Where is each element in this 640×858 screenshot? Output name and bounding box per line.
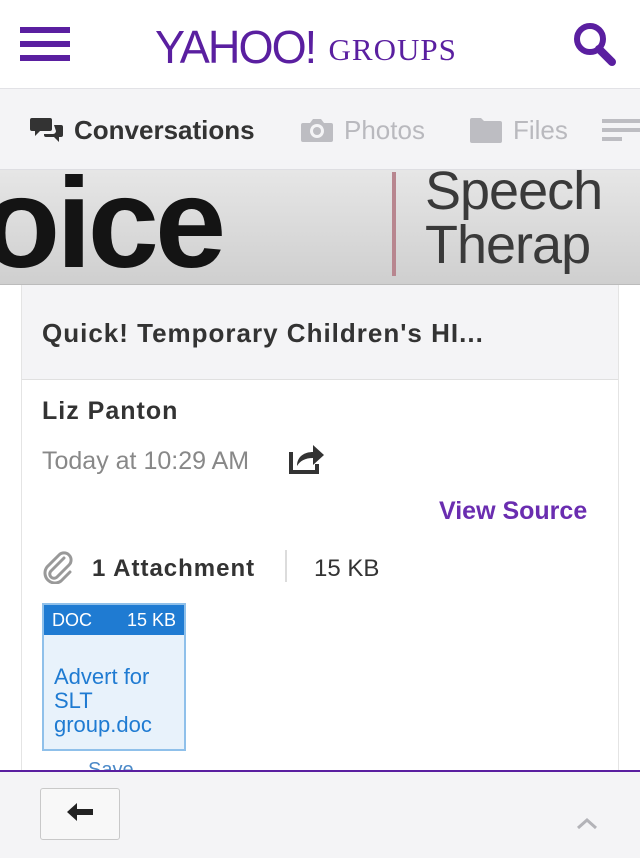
group-banner-image: oice Speech Therap [0,170,640,285]
logo-yahoo-text: YAHOO! [155,21,317,73]
file-tile-header: DOC 15 KB [44,605,184,635]
banner-line-1: Speech [425,170,603,221]
attachment-file-tile[interactable]: DOC 15 KB Advert for SLT group.doc [42,603,186,751]
tab-conversations-label: Conversations [74,114,255,145]
tab-files[interactable]: Files [469,89,568,171]
tab-conversations[interactable]: Conversations [30,89,255,171]
tab-photos[interactable]: Photos [300,89,425,171]
message-subject: Quick! Temporary Children's HI... [42,318,484,348]
paperclip-icon [42,550,74,589]
file-type-badge: DOC [52,610,92,630]
tab-photos-label: Photos [344,114,425,145]
bottom-toolbar [0,770,640,858]
chevron-up-icon[interactable] [570,812,604,836]
section-tabs: Conversations Photos Files [0,88,640,170]
file-size: 15 KB [126,610,176,630]
message-card: Quick! Temporary Children's HI... Liz Pa… [21,285,619,770]
attachment-count: 1 Attachment [92,555,256,582]
view-source-link[interactable]: View Source [439,497,587,526]
back-arrow-icon [65,801,95,828]
message-timestamp: Today at 10:29 AM [42,447,250,475]
logo-groups-text: GROUPS [328,32,457,67]
app-header: YAHOO! GROUPS [0,0,640,88]
message-author[interactable]: Liz Panton [42,397,178,426]
folder-icon [469,116,503,144]
search-icon[interactable] [570,20,620,68]
hamburger-menu-icon[interactable] [20,27,70,61]
back-button[interactable] [40,788,120,840]
banner-line-2: Therap [425,215,591,275]
attachment-total-size: 15 KB [314,555,380,582]
banner-divider [392,172,396,276]
camera-icon [300,116,334,144]
message-subject-row: Quick! Temporary Children's HI... [22,285,618,380]
tab-files-label: Files [513,114,568,145]
more-tabs-icon[interactable] [602,89,640,171]
banner-logo-text: oice [0,170,226,285]
conversations-icon [30,115,64,145]
attachment-divider [285,550,287,582]
file-name: Advert for SLT group.doc [54,664,152,737]
share-icon[interactable] [287,440,327,476]
save-attachment-link[interactable]: Save [88,758,134,770]
yahoo-groups-logo[interactable]: YAHOO! GROUPS [155,18,457,70]
attachments-summary: 1 Attachment 15 KB [42,550,602,586]
